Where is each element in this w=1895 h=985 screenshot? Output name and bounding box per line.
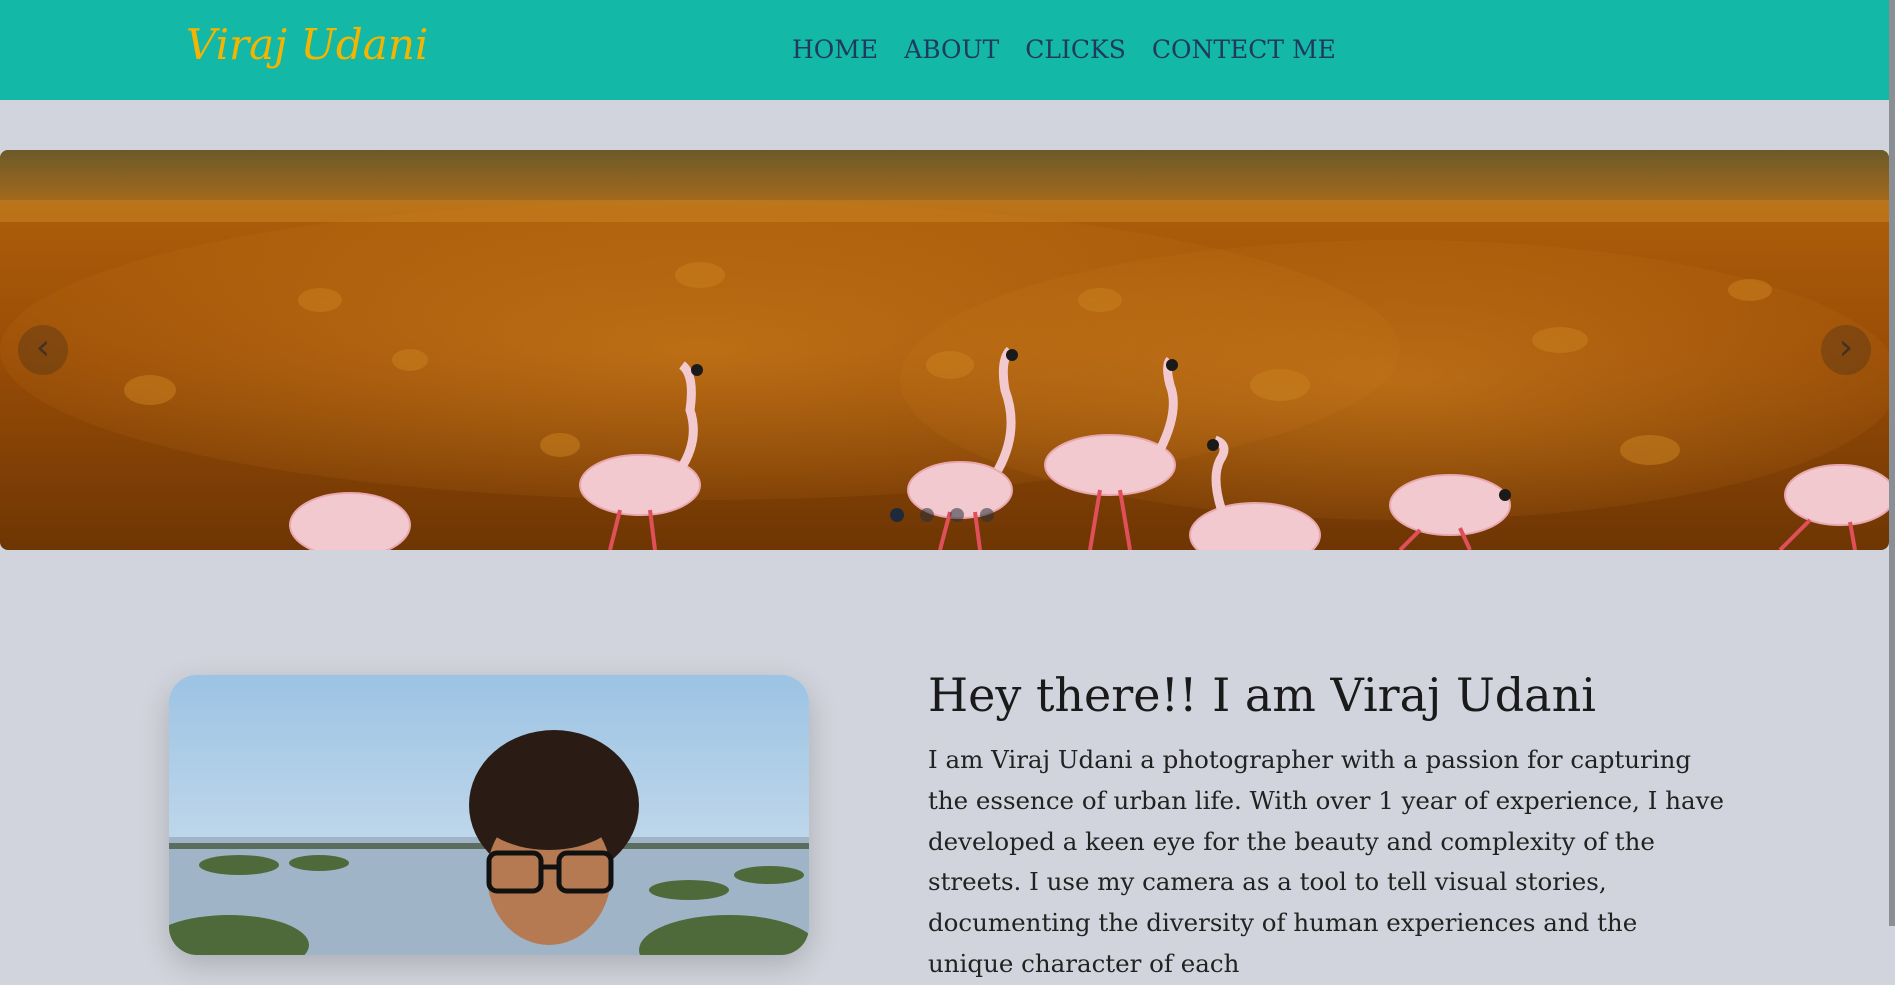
carousel-indicator-4[interactable]: [980, 508, 994, 522]
nav-link-home[interactable]: HOME: [792, 35, 878, 64]
hero-carousel: ‹ ›: [0, 150, 1889, 550]
carousel-slide-image: [0, 150, 1889, 550]
nav-link-contact[interactable]: CONTECT ME: [1152, 35, 1336, 64]
profile-photo-image: [169, 675, 809, 955]
carousel-indicator-2[interactable]: [920, 508, 934, 522]
nav-link-about[interactable]: ABOUT: [904, 35, 999, 64]
about-paragraph: I am Viraj Udani a photographer with a p…: [928, 745, 1724, 978]
chevron-left-icon: ‹: [35, 327, 51, 368]
navbar: Viraj Udani HOME ABOUT CLICKS CONTECT ME: [0, 0, 1895, 100]
nav-link-clicks[interactable]: CLICKS: [1025, 35, 1126, 64]
carousel-next-button[interactable]: ›: [1821, 325, 1871, 375]
carousel-indicator-3[interactable]: [950, 508, 964, 522]
page-scrollbar[interactable]: [1889, 0, 1895, 926]
chevron-right-icon: ›: [1838, 327, 1854, 368]
carousel-prev-button[interactable]: ‹: [18, 325, 68, 375]
nav-links: HOME ABOUT CLICKS CONTECT ME: [792, 35, 1336, 64]
profile-photo: [169, 675, 809, 955]
brand-logo[interactable]: Viraj Udani: [186, 20, 428, 69]
about-heading: Hey there!! I am Viraj Udani: [928, 668, 1596, 722]
carousel-indicator-1[interactable]: [890, 508, 904, 522]
carousel-indicators: [890, 508, 994, 522]
